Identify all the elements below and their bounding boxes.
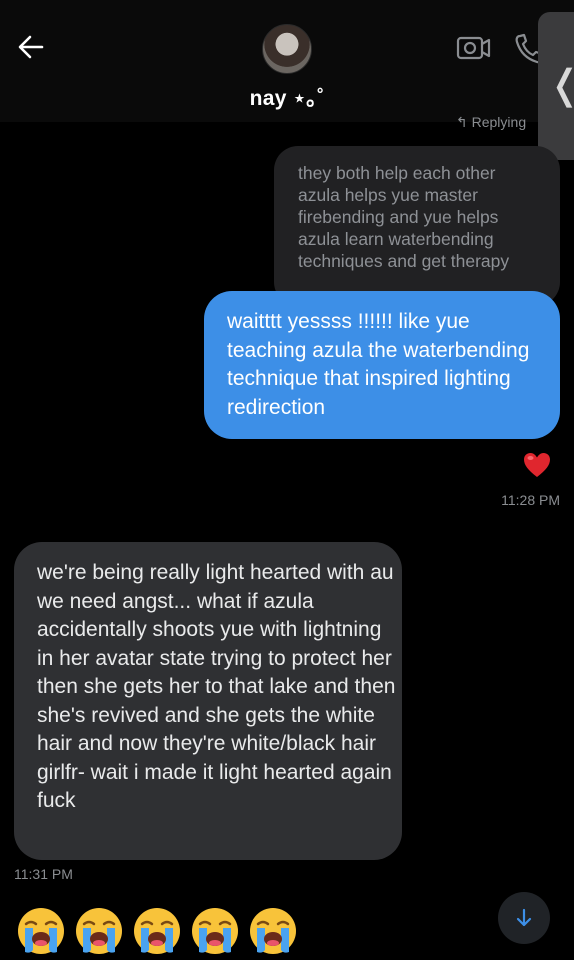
loudly-crying-face-emoji	[18, 908, 64, 954]
sent-message-text: waitttt yessss !!!!!! like yue teaching …	[227, 310, 530, 419]
quoted-message-text: they both help each other azula helps yu…	[298, 163, 510, 271]
arrow-down-icon	[516, 908, 532, 927]
video-call-icon[interactable]	[456, 34, 492, 62]
chevron-left-icon: ❬	[548, 62, 574, 108]
received-message-text: we're being really light hearted with au…	[37, 561, 396, 812]
reply-icon: ↰	[456, 114, 468, 130]
loudly-crying-face-emoji	[76, 908, 122, 954]
emoji-message[interactable]	[16, 906, 298, 958]
back-arrow-icon[interactable]	[14, 30, 48, 64]
heart-reaction-icon[interactable]	[522, 450, 552, 480]
message-timestamp: 11:31 PM	[14, 866, 73, 882]
scroll-to-bottom-button[interactable]	[498, 892, 550, 944]
contact-name[interactable]: nay ⋆｡˚	[0, 82, 574, 112]
loudly-crying-face-emoji	[134, 908, 180, 954]
side-panel-tab[interactable]: ❬	[538, 12, 574, 160]
message-timestamp: 11:28 PM	[501, 492, 560, 508]
chat-header: nay ⋆｡˚	[0, 0, 574, 122]
replying-label: ↰ Replying	[456, 114, 527, 130]
contact-avatar[interactable]	[262, 24, 312, 74]
loudly-crying-face-emoji	[192, 908, 238, 954]
loudly-crying-face-emoji	[250, 908, 296, 954]
